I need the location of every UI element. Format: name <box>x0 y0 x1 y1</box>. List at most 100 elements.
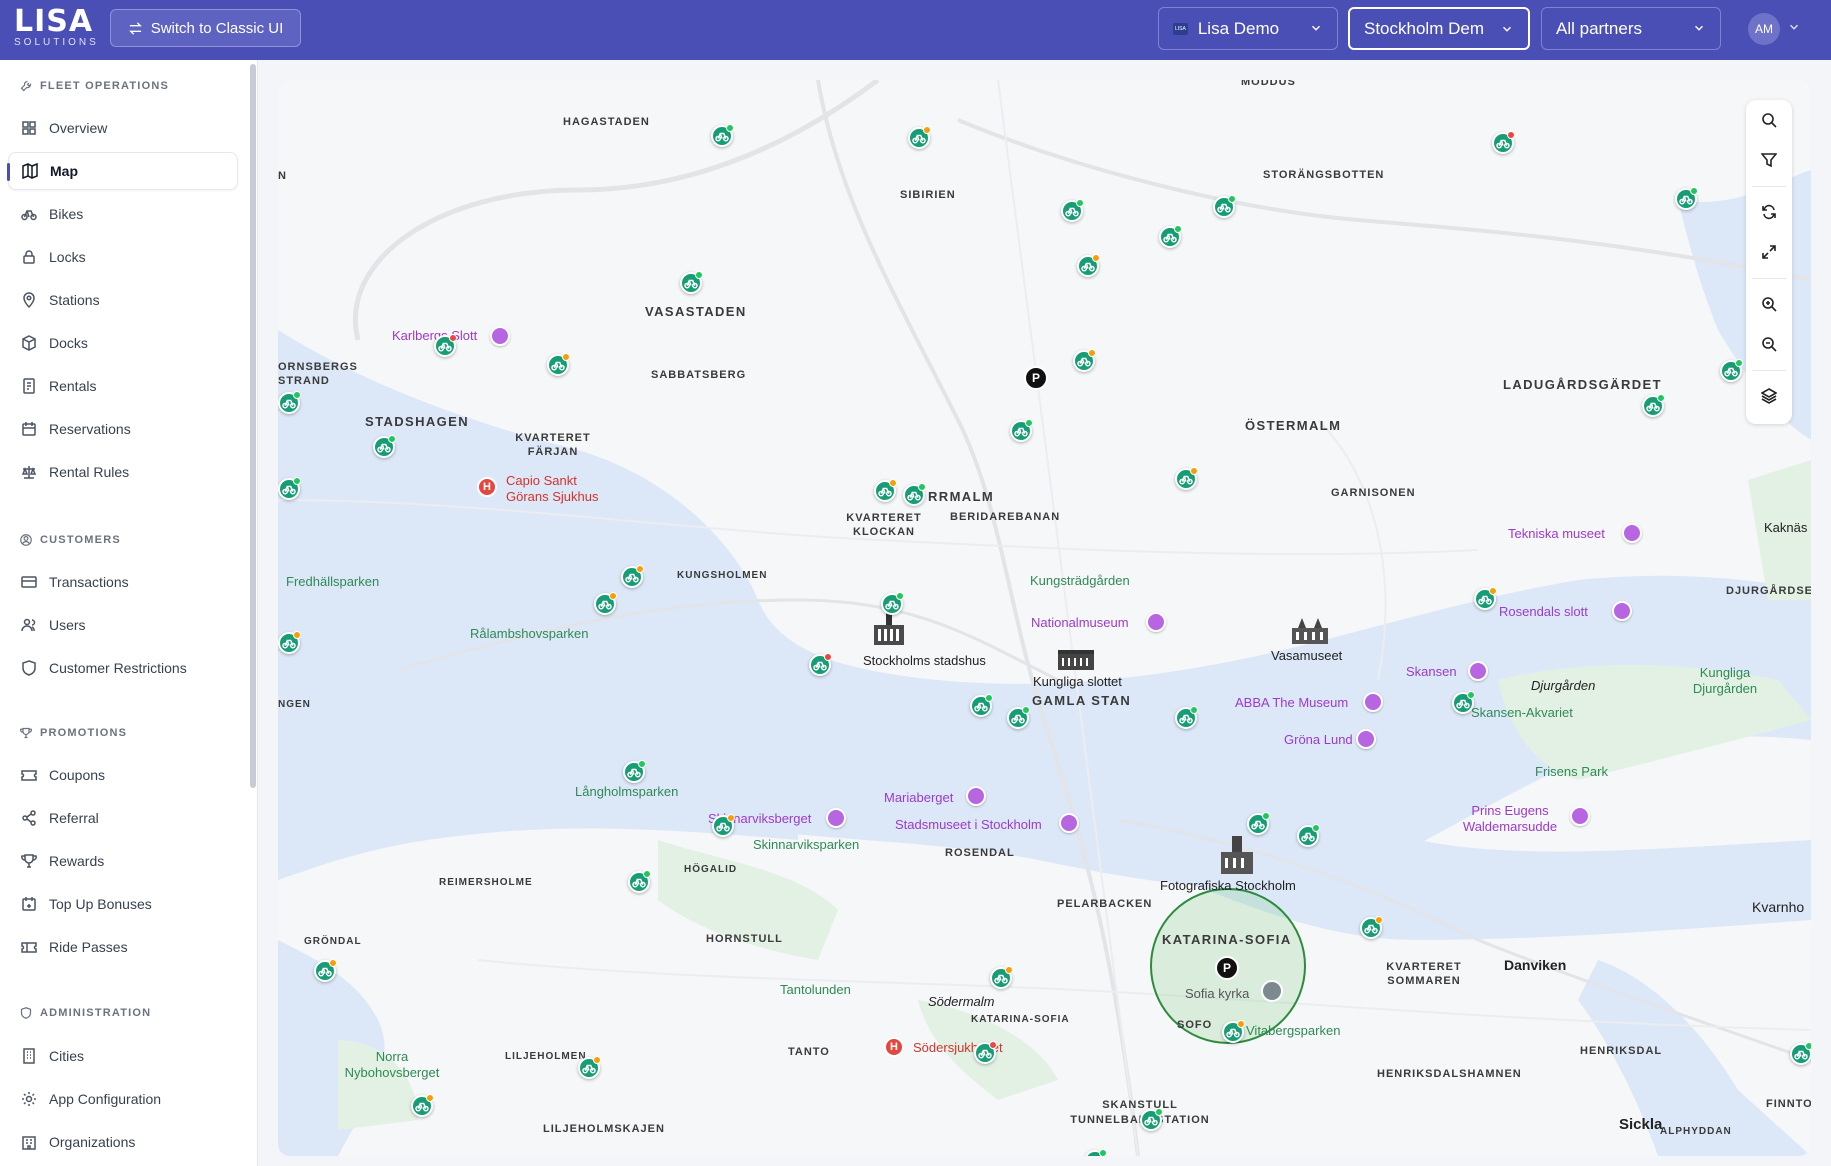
museum-icon[interactable] <box>1622 523 1642 543</box>
castle-icon[interactable] <box>490 326 510 346</box>
sidebar-item-overview[interactable]: Overview <box>8 109 238 147</box>
map-expand-button[interactable] <box>1746 232 1792 272</box>
bike-marker[interactable] <box>1159 225 1182 248</box>
sidebar-item-stations[interactable]: Stations <box>8 281 238 319</box>
sidebar-item-coupons[interactable]: Coupons <box>8 756 238 794</box>
parking-marker[interactable]: P <box>1215 956 1239 980</box>
bike-marker[interactable] <box>1452 691 1475 714</box>
bike-marker[interactable] <box>712 814 735 837</box>
sidebar-item-cities[interactable]: Cities <box>8 1037 238 1075</box>
bike-marker[interactable] <box>1790 1042 1811 1065</box>
bike-marker[interactable] <box>1077 254 1100 277</box>
palace-icon[interactable] <box>1056 646 1096 672</box>
fotografiska-building-icon[interactable] <box>1217 832 1257 876</box>
sidebar-item-users[interactable]: Users <box>8 606 238 644</box>
bike-marker[interactable] <box>1175 467 1198 490</box>
switch-classic-ui-button[interactable]: Switch to Classic UI <box>110 9 301 47</box>
sidebar-item-docks[interactable]: Docks <box>8 324 238 362</box>
bike-marker[interactable] <box>411 1094 434 1117</box>
museum-icon[interactable] <box>1059 813 1079 833</box>
sidebar-scrollbar[interactable] <box>250 64 256 788</box>
map-canvas[interactable]: MODDUS HAGASTADEN SIBIRIEN STORÄNGSBOTTE… <box>278 80 1811 1156</box>
bike-marker[interactable] <box>1297 824 1320 847</box>
map-zoom-in-button[interactable] <box>1746 284 1792 324</box>
bike-marker[interactable] <box>621 565 644 588</box>
bike-marker[interactable] <box>628 870 651 893</box>
amusement-icon[interactable] <box>1356 729 1376 749</box>
castle-icon[interactable] <box>1612 601 1632 621</box>
user-avatar[interactable]: AM <box>1748 13 1780 45</box>
bike-marker[interactable] <box>1247 812 1270 835</box>
bike-marker[interactable] <box>809 653 832 676</box>
bike-marker[interactable] <box>278 391 301 414</box>
museum-icon[interactable] <box>1363 692 1383 712</box>
bike-marker[interactable] <box>908 126 931 149</box>
bike-marker[interactable] <box>373 435 396 458</box>
partner-select[interactable]: All partners <box>1541 7 1721 50</box>
bike-marker[interactable] <box>1073 349 1096 372</box>
map-zoom-out-button[interactable] <box>1746 324 1792 364</box>
bike-marker[interactable] <box>1222 1020 1245 1043</box>
bike-marker[interactable] <box>578 1056 601 1079</box>
sidebar-item-locks[interactable]: Locks <box>8 238 238 276</box>
bike-marker[interactable] <box>1360 916 1383 939</box>
map-refresh-button[interactable] <box>1746 192 1792 232</box>
bike-marker[interactable] <box>1010 419 1033 442</box>
sidebar-item-map[interactable]: Map <box>7 152 238 190</box>
bike-marker[interactable] <box>1720 359 1743 382</box>
hospital-icon[interactable]: H <box>884 1037 904 1057</box>
map-layers-button[interactable] <box>1746 376 1792 416</box>
museum-icon[interactable] <box>1570 806 1590 826</box>
museum-icon[interactable] <box>1146 612 1166 632</box>
sidebar-item-rentals[interactable]: Rentals <box>8 367 238 405</box>
bike-marker[interactable] <box>1474 587 1497 610</box>
sidebar-item-rental-rules[interactable]: Rental Rules <box>8 453 238 491</box>
sidebar-item-bikes[interactable]: Bikes <box>8 195 238 233</box>
bike-marker[interactable] <box>680 271 703 294</box>
bike-marker[interactable] <box>1175 706 1198 729</box>
sidebar-item-rewards[interactable]: Rewards <box>8 842 238 880</box>
city-select[interactable]: Stockholm Dem <box>1348 7 1530 50</box>
chevron-down-icon[interactable] <box>1787 20 1801 34</box>
museum-icon[interactable] <box>1468 661 1488 681</box>
parking-marker[interactable]: P <box>1024 366 1048 390</box>
bike-marker[interactable] <box>1492 131 1515 154</box>
bike-marker[interactable] <box>547 353 570 376</box>
bike-marker[interactable] <box>974 1041 997 1064</box>
viewpoint-icon[interactable] <box>966 786 986 806</box>
bike-marker[interactable] <box>434 334 457 357</box>
bike-marker[interactable] <box>903 483 926 506</box>
bike-marker[interactable] <box>314 959 337 982</box>
organization-select[interactable]: LISA Lisa Demo <box>1158 7 1338 50</box>
logo[interactable]: LISA SOLUTIONS <box>14 6 99 48</box>
bike-marker[interactable] <box>278 477 301 500</box>
bike-marker[interactable] <box>874 479 897 502</box>
bike-marker[interactable] <box>1140 1108 1163 1131</box>
sidebar-item-organizations[interactable]: Organizations <box>8 1123 238 1161</box>
sidebar-item-reservations[interactable]: Reservations <box>8 410 238 448</box>
hospital-icon[interactable]: H <box>477 477 497 497</box>
bike-marker[interactable] <box>594 592 617 615</box>
bike-marker[interactable] <box>278 631 301 654</box>
sidebar-item-referral[interactable]: Referral <box>8 799 238 837</box>
bike-marker[interactable] <box>623 760 646 783</box>
bike-marker[interactable] <box>1213 195 1236 218</box>
church-icon[interactable] <box>1261 980 1283 1002</box>
map-filter-button[interactable] <box>1746 140 1792 180</box>
bike-marker[interactable] <box>881 592 904 615</box>
bike-marker[interactable] <box>1675 187 1698 210</box>
bike-marker[interactable] <box>990 966 1013 989</box>
museum-building-icon[interactable] <box>1290 616 1330 646</box>
viewpoint-icon[interactable] <box>826 808 846 828</box>
sidebar-item-transactions[interactable]: Transactions <box>8 563 238 601</box>
bike-marker[interactable] <box>970 694 993 717</box>
bike-marker[interactable] <box>1642 394 1665 417</box>
sidebar-item-customer-restrictions[interactable]: Customer Restrictions <box>8 649 238 687</box>
map-search-button[interactable] <box>1746 100 1792 140</box>
bike-marker[interactable] <box>1007 706 1030 729</box>
sidebar-item-ride-passes[interactable]: Ride Passes <box>8 928 238 966</box>
bike-marker[interactable] <box>711 124 734 147</box>
sidebar-item-top-up-bonuses[interactable]: Top Up Bonuses <box>8 885 238 923</box>
bike-marker[interactable] <box>1061 199 1084 222</box>
sidebar-item-app-configuration[interactable]: App Configuration <box>8 1080 238 1118</box>
